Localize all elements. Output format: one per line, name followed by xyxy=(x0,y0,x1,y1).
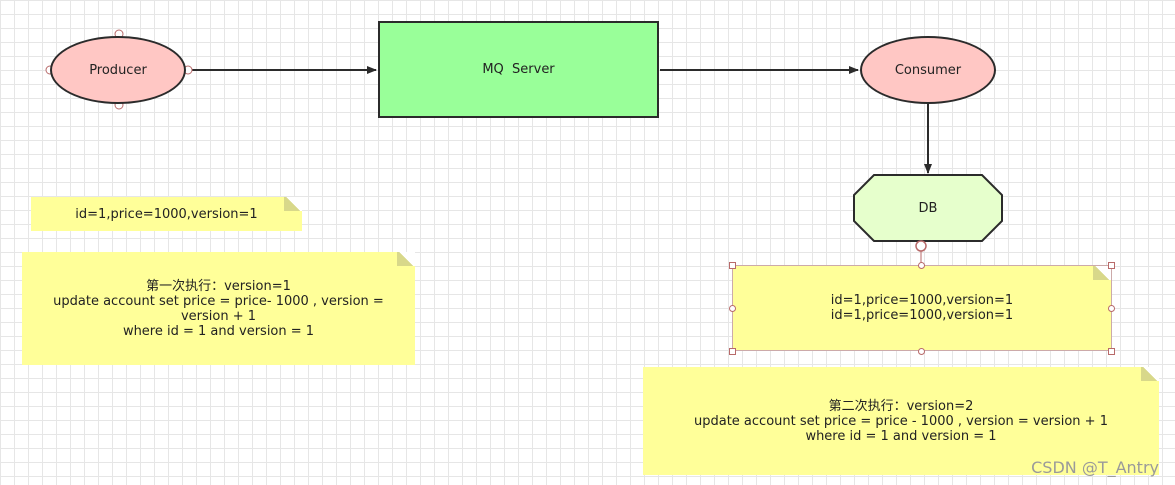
db-records-line2: id=1,price=1000,version=1 xyxy=(830,308,1014,323)
note-db-records[interactable]: id=1,price=1000,version=1 id=1,price=100… xyxy=(732,265,1112,351)
diagram-canvas: Producer MQ Server Consumer DB id=1,pric… xyxy=(0,0,1175,485)
db-records-line1: id=1,price=1000,version=1 xyxy=(830,293,1014,308)
selection-handle-top-right[interactable] xyxy=(1108,262,1115,269)
note-fold-corner xyxy=(1141,367,1159,381)
selection-handle-top-left[interactable] xyxy=(729,262,736,269)
producer-node[interactable]: Producer xyxy=(50,36,186,104)
selection-handle-bottom-left[interactable] xyxy=(729,348,736,355)
note-first-execution[interactable]: 第一次执行：version=1 update account set price… xyxy=(22,252,415,365)
rotate-handle[interactable] xyxy=(915,240,927,252)
consumer-node[interactable]: Consumer xyxy=(860,36,996,104)
selection-handle-mid-left[interactable] xyxy=(729,305,736,312)
consumer-label: Consumer xyxy=(894,62,962,78)
second-execution-line3: where id = 1 and version = 1 xyxy=(805,428,997,444)
second-execution-line2: update account set price = price - 1000 … xyxy=(694,413,1108,429)
note-fold-corner xyxy=(284,197,302,211)
watermark: CSDN @T_Antry xyxy=(1031,458,1159,477)
first-execution-line2: update account set price = price- 1000 ,… xyxy=(53,293,384,324)
selection-handle-mid-right[interactable] xyxy=(1108,305,1115,312)
db-node[interactable]: DB xyxy=(854,175,1002,241)
mq-server-node[interactable]: MQ Server xyxy=(378,21,659,118)
selection-handle-bottom-right[interactable] xyxy=(1108,348,1115,355)
selection-handle-bottom-mid[interactable] xyxy=(918,348,925,355)
first-execution-line3: where id = 1 and version = 1 xyxy=(122,323,315,339)
producer-label: Producer xyxy=(89,62,147,78)
note-initial-state[interactable]: id=1,price=1000,version=1 xyxy=(31,197,302,231)
selection-handle-top-mid[interactable] xyxy=(918,262,925,269)
note-fold-corner xyxy=(397,252,415,266)
note-initial-state-text: id=1,price=1000,version=1 xyxy=(75,206,258,222)
second-execution-line1: 第二次执行：version=2 xyxy=(828,398,974,414)
db-label: DB xyxy=(918,200,938,216)
first-execution-line1: 第一次执行：version=1 xyxy=(146,278,291,294)
mq-server-label: MQ Server xyxy=(482,62,555,77)
